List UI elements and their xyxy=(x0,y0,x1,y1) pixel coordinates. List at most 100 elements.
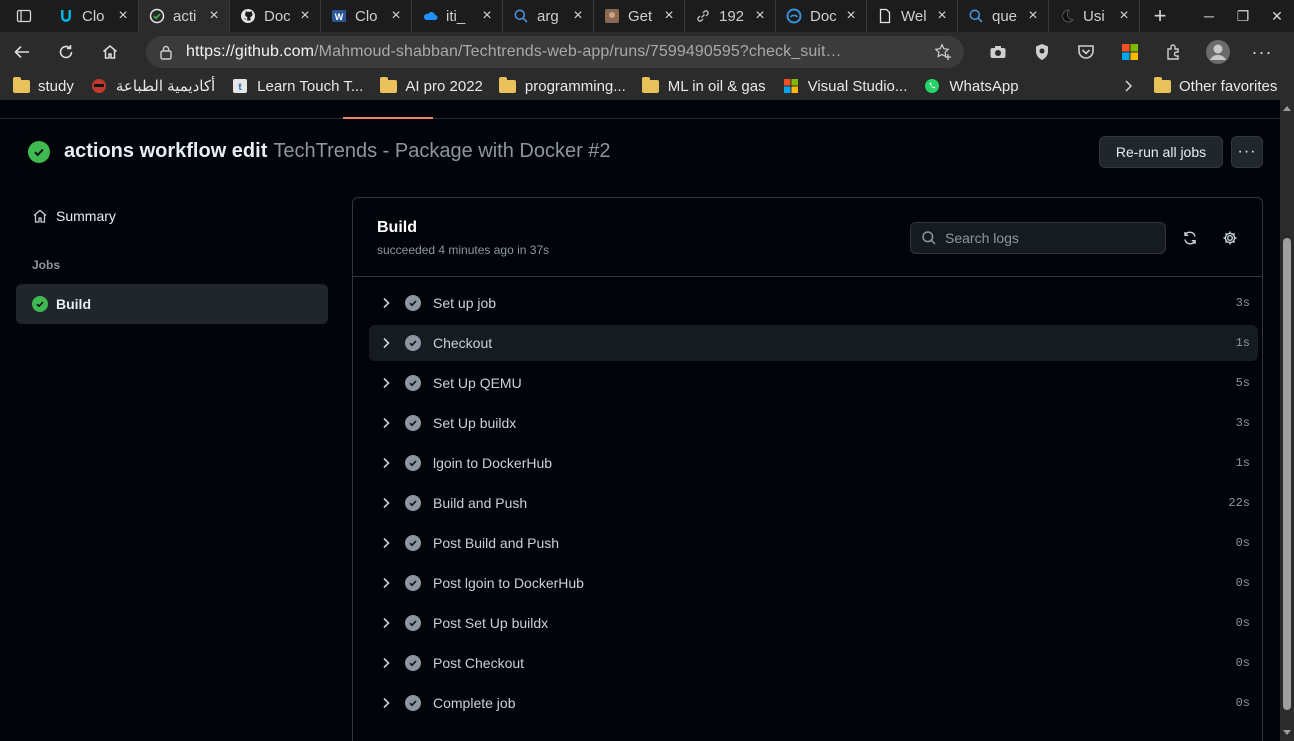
other-favorites-folder[interactable]: Other favorites xyxy=(1154,72,1277,100)
browser-tab[interactable]: Doc × xyxy=(776,0,867,32)
chevron-right-icon[interactable] xyxy=(378,297,394,309)
browser-tab[interactable]: Get × xyxy=(594,0,685,32)
chevron-right-icon[interactable] xyxy=(378,337,394,349)
close-tab-icon[interactable]: × xyxy=(662,7,676,25)
job-step-row[interactable]: Set Up buildx 3s xyxy=(369,405,1258,441)
tab-title: 192 xyxy=(719,7,745,25)
page-scrollbar[interactable] xyxy=(1280,100,1294,741)
restore-icon[interactable]: ❐ xyxy=(1226,0,1260,32)
search-logs-field[interactable] xyxy=(910,222,1166,254)
image-icon xyxy=(604,8,620,24)
scroll-down-icon[interactable] xyxy=(1283,730,1291,735)
close-tab-icon[interactable]: × xyxy=(935,7,949,25)
new-tab-button[interactable]: + xyxy=(1140,0,1180,32)
chevron-right-icon[interactable] xyxy=(378,657,394,669)
sidebar-item-summary[interactable]: Summary xyxy=(16,201,328,231)
chevron-right-icon[interactable] xyxy=(378,537,394,549)
job-step-row[interactable]: Set Up QEMU 5s xyxy=(369,365,1258,401)
close-tab-icon[interactable]: × xyxy=(753,7,767,25)
pocket-icon[interactable] xyxy=(1064,32,1108,72)
job-step-row[interactable]: Post Build and Push 0s xyxy=(369,525,1258,561)
back-button[interactable] xyxy=(0,32,44,72)
browser-tab[interactable]: Usi × xyxy=(1049,0,1140,32)
close-tab-icon[interactable]: × xyxy=(116,7,130,25)
url-text[interactable]: https://github.com/Mahmoud-shabban/Techt… xyxy=(186,43,916,61)
udacity-icon xyxy=(58,8,74,24)
lock-icon[interactable] xyxy=(146,44,186,60)
browser-tab[interactable]: Wel × xyxy=(867,0,958,32)
favorite-item[interactable]: ML in oil & gas xyxy=(642,76,766,95)
rerun-all-jobs-button[interactable]: Re-run all jobs xyxy=(1099,136,1223,168)
favorite-item[interactable]: WhatsApp xyxy=(923,77,1019,95)
browser-tab[interactable]: que × xyxy=(958,0,1049,32)
job-steps-list: Set up job 3s Checkout 1s Set Up QEMU 5s Set U… xyxy=(369,285,1258,725)
browser-tab[interactable]: arg × xyxy=(503,0,594,32)
job-step-row[interactable]: Complete job 0s xyxy=(369,685,1258,721)
close-tab-icon[interactable]: × xyxy=(844,7,858,25)
job-log-panel: Build succeeded 4 minutes ago in 37s Set… xyxy=(352,197,1263,741)
refresh-logs-button[interactable] xyxy=(1178,226,1202,250)
job-step-row[interactable]: Build and Push 22s xyxy=(369,485,1258,521)
tab-title: Doc xyxy=(264,7,290,25)
log-settings-button[interactable] xyxy=(1218,226,1242,250)
home-button[interactable] xyxy=(88,32,132,72)
favorite-item[interactable]: t Learn Touch T... xyxy=(231,77,363,95)
minimize-icon[interactable]: ─ xyxy=(1192,0,1226,32)
profile-avatar[interactable] xyxy=(1196,32,1240,72)
favorites-overflow-chevron-icon[interactable] xyxy=(1118,72,1138,100)
job-step-row[interactable]: Post lgoin to DockerHub 0s xyxy=(369,565,1258,601)
chevron-right-icon[interactable] xyxy=(378,697,394,709)
browser-tab[interactable]: acti × xyxy=(139,0,230,32)
tab-title: que xyxy=(992,7,1018,25)
settings-more-icon[interactable]: ··· xyxy=(1240,32,1284,72)
favorite-item[interactable]: study xyxy=(12,76,74,95)
favorite-item[interactable]: Visual Studio... xyxy=(782,77,907,95)
search-icon xyxy=(922,231,936,245)
browser-tab[interactable]: Doc × xyxy=(230,0,321,32)
shield-icon[interactable] xyxy=(1020,32,1064,72)
job-step-row[interactable]: Checkout 1s xyxy=(369,325,1258,361)
browser-tab[interactable]: Clo × xyxy=(48,0,139,32)
favorite-item[interactable]: programming... xyxy=(499,76,626,95)
close-tab-icon[interactable]: × xyxy=(207,7,221,25)
browser-tab[interactable]: iti_ × xyxy=(412,0,503,32)
workflow-name: actions workflow edit xyxy=(64,140,268,162)
close-window-icon[interactable]: ✕ xyxy=(1260,0,1294,32)
address-bar[interactable]: https://github.com/Mahmoud-shabban/Techt… xyxy=(146,36,964,68)
close-tab-icon[interactable]: × xyxy=(298,7,312,25)
office-icon[interactable] xyxy=(1108,32,1152,72)
tab-actions-button[interactable] xyxy=(0,0,48,32)
sidebar-item-build[interactable]: Build xyxy=(16,284,328,324)
close-tab-icon[interactable]: × xyxy=(1026,7,1040,25)
favorite-item[interactable]: أكاديمية الطباعة xyxy=(90,77,215,95)
close-tab-icon[interactable]: × xyxy=(571,7,585,25)
chevron-right-icon[interactable] xyxy=(378,417,394,429)
job-step-row[interactable]: Post Checkout 0s xyxy=(369,645,1258,681)
refresh-button[interactable] xyxy=(44,32,88,72)
close-tab-icon[interactable]: × xyxy=(1117,7,1131,25)
browser-tab[interactable]: W Clo × xyxy=(321,0,412,32)
browser-toolbar: https://github.com/Mahmoud-shabban/Techt… xyxy=(0,32,1294,72)
job-step-row[interactable]: Post Set Up buildx 0s xyxy=(369,605,1258,641)
chevron-right-icon[interactable] xyxy=(378,377,394,389)
tab-title: Usi xyxy=(1083,7,1105,25)
chevron-right-icon[interactable] xyxy=(378,497,394,509)
favorite-item[interactable]: AI pro 2022 xyxy=(379,76,483,95)
search-input[interactable] xyxy=(945,230,1145,246)
close-tab-icon[interactable]: × xyxy=(389,7,403,25)
add-favorite-icon[interactable] xyxy=(934,43,952,66)
step-success-icon xyxy=(405,535,421,551)
scrollbar-thumb[interactable] xyxy=(1283,238,1291,710)
scroll-up-icon[interactable] xyxy=(1283,106,1291,111)
chevron-right-icon[interactable] xyxy=(378,577,394,589)
browser-tab[interactable]: 192 × xyxy=(685,0,776,32)
close-tab-icon[interactable]: × xyxy=(480,7,494,25)
job-step-row[interactable]: Set up job 3s xyxy=(369,285,1258,321)
chevron-right-icon[interactable] xyxy=(378,617,394,629)
job-step-row[interactable]: lgoin to DockerHub 1s xyxy=(369,445,1258,481)
chevron-right-icon[interactable] xyxy=(378,457,394,469)
extensions-icon[interactable] xyxy=(1152,32,1196,72)
other-favorites-label: Other favorites xyxy=(1179,77,1278,95)
camera-icon[interactable] xyxy=(976,32,1020,72)
more-options-button[interactable]: ··· xyxy=(1231,136,1263,168)
